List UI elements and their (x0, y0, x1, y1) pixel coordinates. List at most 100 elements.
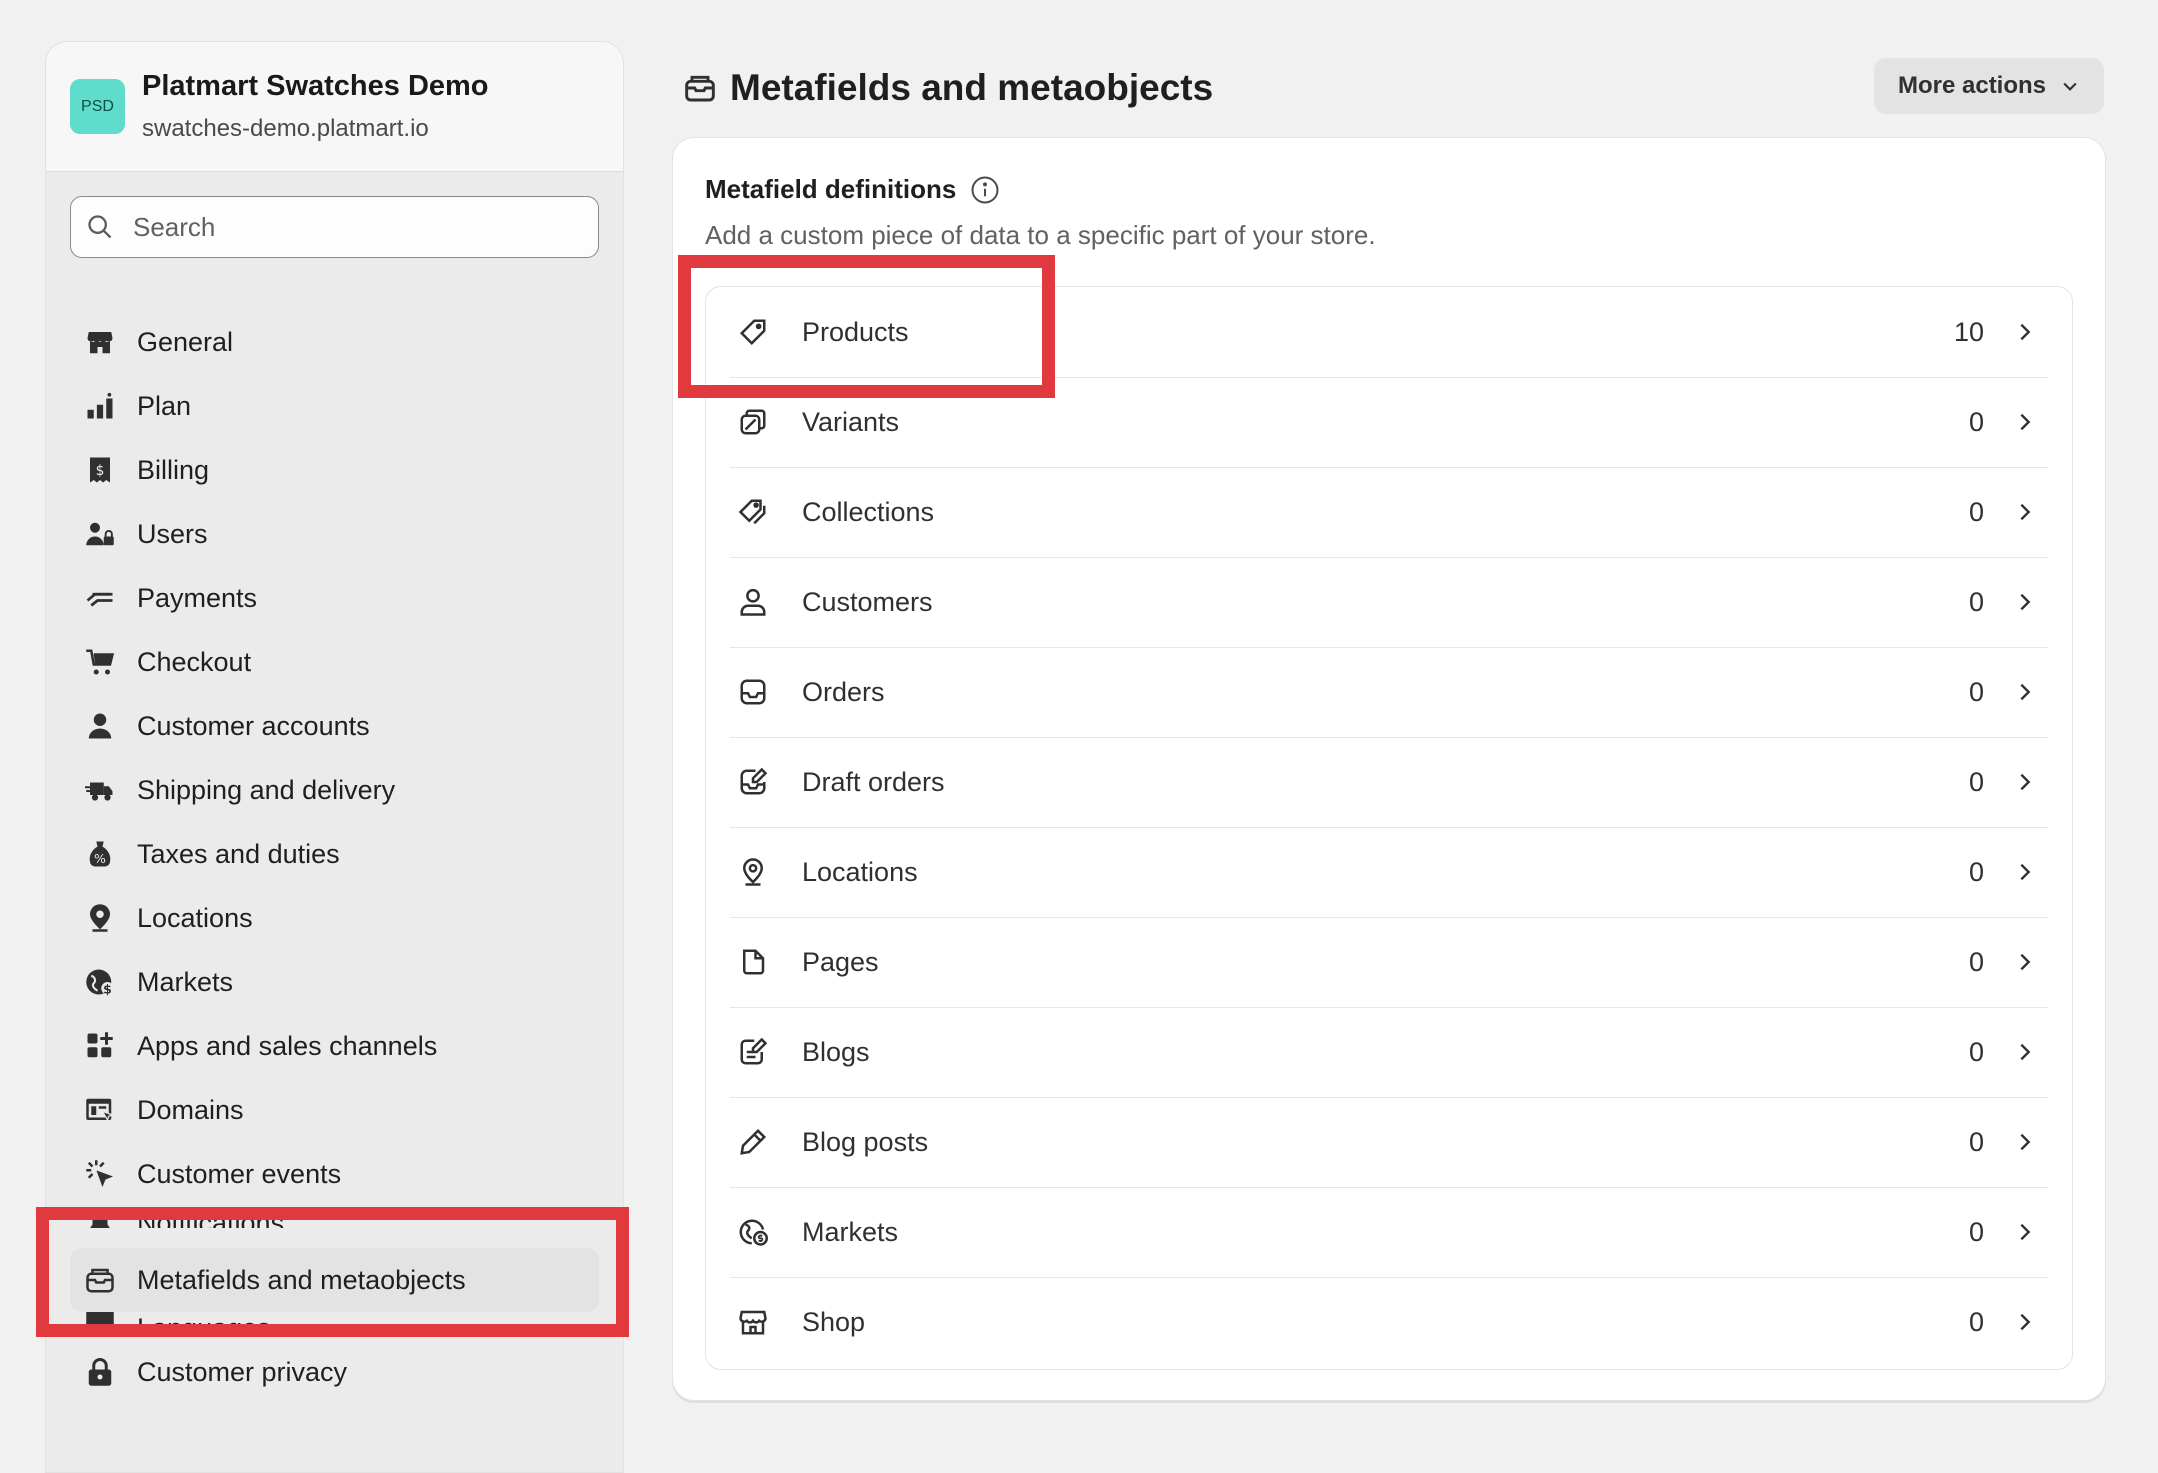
row-label: Customers (802, 586, 933, 617)
chevron-down-icon (2063, 82, 2077, 91)
chevron-right-icon (2014, 951, 2036, 973)
chevron-right-icon (2014, 501, 2036, 523)
sidebar-item-apps[interactable]: Apps and sales channels (70, 1014, 599, 1078)
row-label: Draft orders (802, 766, 945, 797)
sidebar-item-domains[interactable]: Domains (70, 1078, 599, 1142)
row-count: 0 (1968, 1306, 1984, 1337)
row-label: Collections (802, 496, 935, 527)
list-item-locations[interactable]: Locations 0 (730, 827, 2048, 918)
svg-text:%: % (94, 851, 106, 866)
users-icon (84, 518, 116, 550)
tag-icon (736, 315, 770, 349)
svg-text:$: $ (103, 981, 112, 996)
row-count: 0 (1968, 1216, 1984, 1247)
chevron-right-icon (2014, 321, 2036, 343)
customer-icon (736, 585, 770, 619)
settings-sidebar: PSD Platmart Swatches Demo swatches-demo… (45, 41, 624, 1473)
sidebar-item-taxes[interactable]: % Taxes and duties (70, 822, 599, 886)
page-title: Metafields and metaobjects (730, 67, 1214, 108)
sidebar-item-customer-accounts[interactable]: Customer accounts (70, 694, 599, 758)
sidebar-item-plan[interactable]: Plan (70, 374, 599, 438)
languages-icon (84, 1312, 116, 1334)
location-pin-icon (736, 855, 770, 889)
row-label: Blog posts (802, 1126, 929, 1157)
row-label: Markets (802, 1216, 899, 1247)
store-icon (84, 326, 116, 358)
store-avatar: PSD (70, 79, 125, 134)
search-box[interactable] (70, 196, 599, 258)
sidebar-item-general[interactable]: General (70, 310, 599, 374)
chevron-right-icon (2014, 1221, 2036, 1243)
tax-icon: % (84, 838, 116, 870)
sidebar-item-label: Apps and sales channels (137, 1030, 438, 1061)
sidebar-item-locations[interactable]: Locations (70, 886, 599, 950)
search-input[interactable] (131, 210, 575, 244)
chevron-right-icon (2014, 861, 2036, 883)
sidebar-item-shipping[interactable]: Shipping and delivery (70, 758, 599, 822)
more-actions-label: More actions (1897, 72, 2047, 99)
sidebar-item-label: Users (137, 518, 208, 549)
draft-order-icon (736, 765, 770, 799)
chevron-right-icon (2014, 591, 2036, 613)
sidebar-item-label: Shipping and delivery (137, 774, 396, 805)
list-item-markets[interactable]: Markets 0 (730, 1187, 2048, 1278)
list-item-collections[interactable]: Collections 0 (730, 467, 2048, 558)
sidebar-item-payments[interactable]: Payments (70, 566, 599, 630)
row-label: Blogs (802, 1036, 870, 1067)
sidebar-item-checkout[interactable]: Checkout (70, 630, 599, 694)
payments-icon (84, 582, 116, 614)
list-item-pages[interactable]: Pages 0 (730, 917, 2048, 1008)
sidebar-item-label: Locations (137, 902, 253, 933)
sidebar-item-label: Payments (137, 582, 258, 613)
sidebar-item-customer-events[interactable]: Customer events (70, 1142, 599, 1206)
list-item-blogs[interactable]: Blogs 0 (730, 1007, 2048, 1098)
globe-icon (736, 1215, 770, 1249)
row-count: 0 (1968, 1036, 1984, 1067)
row-count: 0 (1968, 856, 1984, 887)
list-item-shop[interactable]: Shop 0 (730, 1277, 2048, 1367)
apps-icon (84, 1030, 116, 1062)
list-item-variants[interactable]: Variants 0 (730, 377, 2048, 468)
sidebar-item-languages[interactable]: Languages (70, 1312, 599, 1334)
list-item-blog-posts[interactable]: Blog posts 0 (730, 1097, 2048, 1188)
list-item-customers[interactable]: Customers 0 (730, 557, 2048, 648)
row-count: 10 (1953, 316, 1984, 347)
chevron-right-icon (2014, 771, 2036, 793)
sidebar-item-label: Taxes and duties (137, 838, 340, 869)
list-item-orders[interactable]: Orders 0 (730, 647, 2048, 738)
store-icon (736, 1305, 770, 1339)
row-label: Orders (802, 676, 885, 707)
store-name: Platmart Swatches Demo (142, 70, 489, 102)
row-label: Products (802, 316, 909, 347)
info-icon[interactable] (970, 175, 1000, 205)
sidebar-item-billing[interactable]: $ Billing (70, 438, 599, 502)
card-title: Metafield definitions (705, 174, 957, 204)
row-count: 0 (1968, 586, 1984, 617)
sidebar-item-users[interactable]: Users (70, 502, 599, 566)
list-item-draft-orders[interactable]: Draft orders 0 (730, 737, 2048, 828)
pencil-icon (736, 1125, 770, 1159)
sidebar-item-label: Domains (137, 1094, 244, 1125)
sidebar-item-customer-privacy[interactable]: Customer privacy (70, 1340, 599, 1404)
metafields-icon (84, 1264, 116, 1296)
resource-list: Products 10 Variants 0 Collections 0 Cus… (705, 286, 2073, 1370)
row-count: 0 (1968, 496, 1984, 527)
sidebar-item-notifications[interactable]: Notifications (70, 1206, 599, 1228)
metafields-icon (685, 75, 715, 102)
sidebar-item-metafields[interactable]: Metafields and metaobjects (70, 1248, 599, 1312)
sidebar-item-label: Customer privacy (137, 1356, 348, 1387)
store-header[interactable]: PSD Platmart Swatches Demo swatches-demo… (46, 42, 623, 172)
sidebar-item-label: Customer events (137, 1158, 342, 1189)
row-label: Locations (802, 856, 918, 887)
domains-icon (84, 1094, 116, 1126)
card-heading: Metafield definitions (705, 174, 1000, 205)
store-url: swatches-demo.platmart.io (142, 115, 429, 142)
more-actions-button[interactable]: More actions (1874, 58, 2104, 114)
settings-nav: General Plan $ Billing Users Payments Ch… (70, 310, 599, 1404)
svg-text:$: $ (96, 463, 105, 479)
sidebar-item-markets[interactable]: $ Markets (70, 950, 599, 1014)
person-icon (84, 710, 116, 742)
sidebar-item-label: Plan (137, 390, 192, 421)
inbox-icon (736, 675, 770, 709)
list-item-products[interactable]: Products 10 (730, 287, 2048, 378)
